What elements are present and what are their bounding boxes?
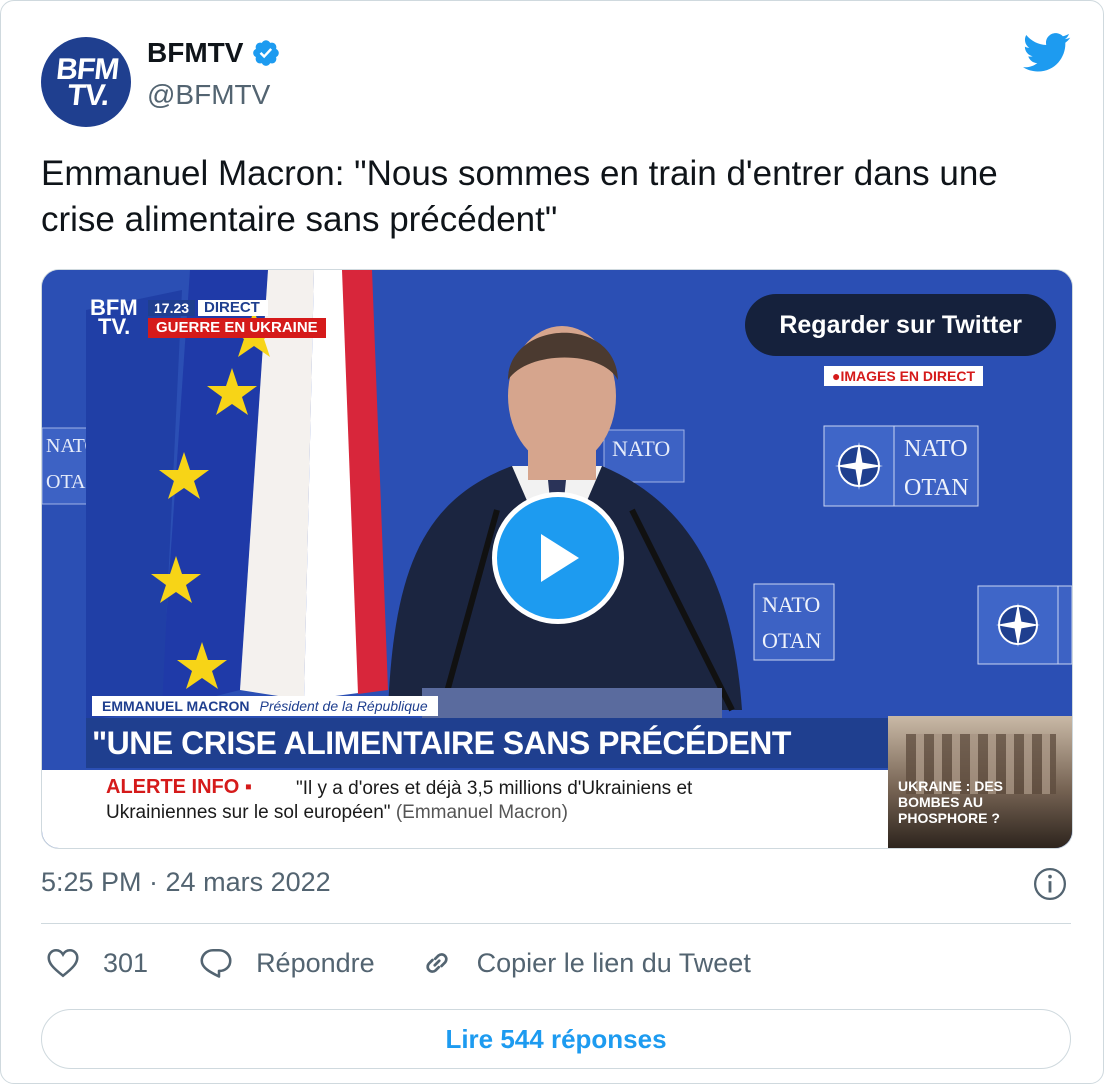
- author-handle[interactable]: @BFMTV: [147, 79, 270, 111]
- side-story-text: UKRAINE : DES BOMBES AU PHOSPHORE ?: [898, 778, 1004, 826]
- alert-label: ALERTE INFO ▪: [106, 776, 252, 798]
- topic-badge: GUERRE EN UKRAINE: [148, 318, 326, 338]
- read-replies-button[interactable]: Lire 544 réponses: [41, 1009, 1071, 1069]
- speaker-name: EMMANUEL MACRON: [102, 698, 250, 714]
- svg-text:OTAN: OTAN: [762, 628, 821, 653]
- info-icon[interactable]: [1033, 867, 1067, 901]
- live-direct-badge: DIRECT: [198, 300, 268, 316]
- live-time-badge: 17.23: [148, 300, 196, 316]
- svg-text:NATO: NATO: [904, 436, 968, 462]
- author-name-row: BFMTV: [147, 37, 281, 69]
- play-button[interactable]: [492, 492, 624, 624]
- tweet-card: BFM TV. BFMTV @BFMTV Emmanuel Macron: "N…: [0, 0, 1104, 1084]
- images-en-direct-badge: IMAGES EN DIRECT: [824, 366, 984, 386]
- author-avatar[interactable]: BFM TV.: [41, 37, 131, 127]
- like-count: 301: [103, 947, 149, 978]
- like-button[interactable]: 301: [45, 945, 148, 981]
- reply-button[interactable]: Répondre: [198, 945, 375, 981]
- heart-icon: [47, 948, 79, 978]
- video-headline: "UNE CRISE ALIMENTAIRE SANS PRÉCÉDENT AR…: [86, 718, 892, 811]
- tweet-timestamp[interactable]: 5:25 PM · 24 mars 2022: [41, 867, 331, 898]
- avatar-logo: BFM TV.: [54, 52, 121, 112]
- reply-label: Répondre: [256, 947, 375, 978]
- watch-on-twitter-button[interactable]: Regarder sur Twitter: [745, 294, 1056, 356]
- channel-logo: BFM TV.: [90, 295, 138, 339]
- play-icon: [541, 534, 579, 582]
- tweet-text: Emmanuel Macron: "Nous sommes en train d…: [41, 154, 998, 239]
- copy-link-label: Copier le lien du Tweet: [476, 947, 751, 978]
- ticker-source: (Emmanuel Macron): [395, 802, 568, 823]
- news-ticker: ALERTE INFO ▪ "Il y a d'ores et déjà 3,5…: [42, 770, 888, 848]
- side-story-thumbnail: UKRAINE : DES BOMBES AU PHOSPHORE ?: [888, 716, 1072, 848]
- speaker-title: Président de la République: [259, 698, 428, 714]
- verified-badge-icon: [253, 40, 280, 66]
- twitter-bird-icon[interactable]: [1023, 33, 1071, 73]
- svg-text:OTAN: OTAN: [904, 475, 969, 501]
- ticker-line-1: "Il y a d'ores et déjà 3,5 millions d'Uk…: [296, 778, 693, 799]
- copy-link-button[interactable]: Copier le lien du Tweet: [419, 945, 751, 981]
- divider: [41, 923, 1071, 924]
- tweet-actions: 301 Répondre Copier le lien du Tweet: [45, 945, 751, 981]
- ticker-line-2: Ukrainiennes sur le sol européen" (Emman…: [106, 802, 568, 823]
- link-icon: [426, 953, 448, 973]
- author-display-name[interactable]: BFMTV: [147, 37, 243, 69]
- speaker-caption: EMMANUEL MACRON Président de la Républiqu…: [92, 696, 438, 716]
- svg-text:NATO: NATO: [762, 592, 820, 617]
- reply-bubble-icon: [200, 948, 232, 978]
- video-player[interactable]: NATO OTAN NATO NATO OTAN NATO OTAN BFM T…: [41, 269, 1073, 849]
- svg-text:NATO: NATO: [612, 436, 670, 461]
